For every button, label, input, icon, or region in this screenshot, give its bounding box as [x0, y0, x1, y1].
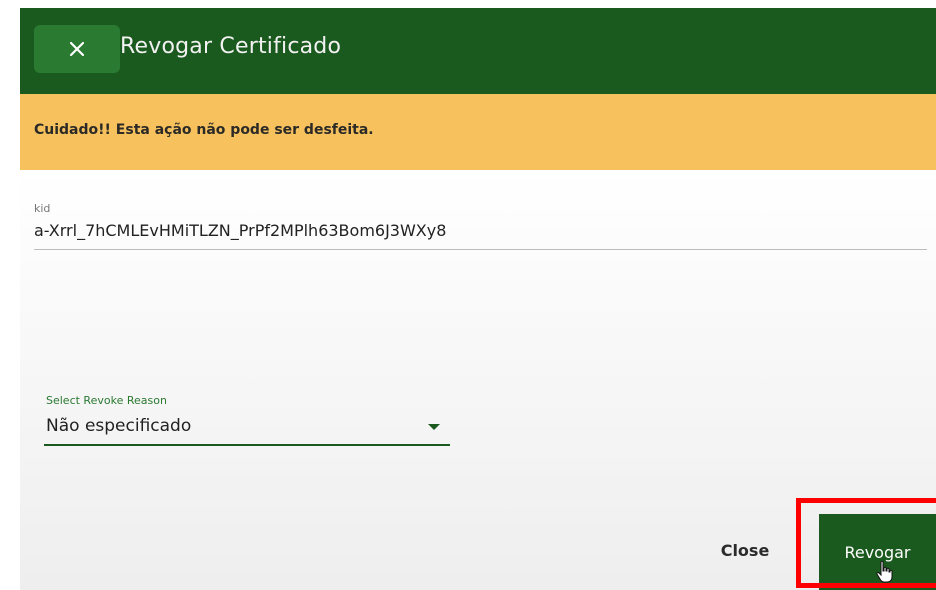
- warning-text: Cuidado!! Esta ação não pode ser desfeit…: [34, 122, 374, 138]
- kid-field-underline: [34, 249, 927, 250]
- kid-field-label: kid: [34, 202, 51, 215]
- revoke-reason-underline: [44, 444, 450, 446]
- dialog-body: kid a-Xrrl_7hCMLEvHMiTLZN_PrPf2MPlh63Bom…: [20, 170, 936, 590]
- close-button[interactable]: Close: [698, 530, 792, 570]
- revoke-reason-label: Select Revoke Reason: [46, 394, 167, 407]
- dialog-header: Revogar Certificado: [20, 8, 936, 94]
- highlight-box: [796, 498, 936, 588]
- close-dialog-button[interactable]: [34, 25, 120, 73]
- close-icon: [69, 41, 85, 57]
- revoke-certificate-dialog: Revogar Certificado Cuidado!! Esta ação …: [20, 8, 936, 590]
- kid-field-value[interactable]: a-Xrrl_7hCMLEvHMiTLZN_PrPf2MPlh63Bom6J3W…: [34, 221, 446, 240]
- dialog-title: Revogar Certificado: [120, 34, 342, 59]
- revoke-reason-value: Não especificado: [46, 416, 192, 436]
- chevron-down-icon: [428, 424, 440, 430]
- hand-cursor-icon: [876, 560, 893, 583]
- revoke-reason-select[interactable]: Select Revoke Reason Não especificado: [44, 394, 450, 446]
- warning-banner: Cuidado!! Esta ação não pode ser desfeit…: [20, 94, 936, 170]
